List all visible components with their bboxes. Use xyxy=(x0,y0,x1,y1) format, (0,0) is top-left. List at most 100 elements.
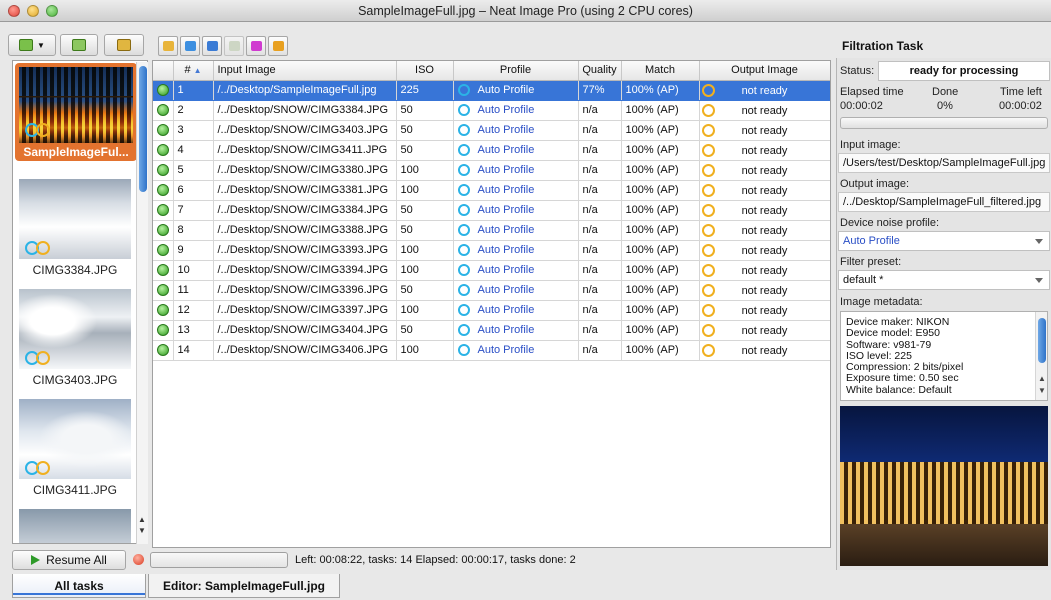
thumbnail-item[interactable]: CIMG3384.JPG xyxy=(19,179,131,277)
input-image-cell[interactable]: /../Desktop/SNOW/CIMG3403.JPG xyxy=(213,120,397,141)
table-row[interactable]: 5/../Desktop/SNOW/CIMG3380.JPG 100 Auto Pr… xyxy=(153,160,830,181)
filter-preset-select[interactable]: default * xyxy=(838,270,1050,290)
output-image-cell[interactable]: not ready xyxy=(699,240,830,261)
scroll-arrows[interactable]: ▲ ▼ xyxy=(136,514,148,536)
table-row[interactable]: 6/../Desktop/SNOW/CIMG3381.JPG 100 Auto Pr… xyxy=(153,180,830,201)
metadata-scrollbar[interactable]: ▲ ▼ xyxy=(1035,312,1047,400)
profile-column-header[interactable]: Profile xyxy=(453,61,579,81)
done-label: Done xyxy=(932,86,959,98)
number-column-header[interactable]: # ▲ xyxy=(173,61,214,81)
edit-profile-button[interactable] xyxy=(158,36,178,56)
scroll-up-icon[interactable]: ▲ xyxy=(136,514,148,525)
input-image-cell[interactable]: /../Desktop/SNOW/CIMG3380.JPG xyxy=(213,160,397,181)
thumbnail-item[interactable] xyxy=(19,509,131,543)
input-image-cell[interactable]: /../Desktop/SampleImageFull.jpg xyxy=(213,80,397,101)
thumbnail-item[interactable]: CIMG3411.JPG xyxy=(19,399,131,497)
profile-cell[interactable]: Auto Profile xyxy=(453,80,579,101)
output-image-cell[interactable]: not ready xyxy=(699,260,830,281)
profile-cell[interactable]: Auto Profile xyxy=(453,240,579,261)
output-image-cell[interactable]: not ready xyxy=(699,340,830,361)
input-image-cell[interactable]: /../Desktop/SNOW/CIMG3388.JPG xyxy=(213,220,397,241)
ready-status-icon xyxy=(156,244,169,257)
profile-cell[interactable]: Auto Profile xyxy=(453,140,579,161)
table-row[interactable]: 13/../Desktop/SNOW/CIMG3404.JPG 50 Auto Pr… xyxy=(153,320,830,341)
save-button[interactable] xyxy=(268,36,288,56)
table-row[interactable]: 4/../Desktop/SNOW/CIMG3411.JPG 50 Auto Pro… xyxy=(153,140,830,161)
output-image-cell[interactable]: not ready xyxy=(699,120,830,141)
table-row[interactable]: 9/../Desktop/SNOW/CIMG3393.JPG 100 Auto Pr… xyxy=(153,240,830,261)
edit-batch-button[interactable] xyxy=(104,34,144,56)
tab-all-tasks[interactable]: All tasks xyxy=(12,574,146,598)
resume-all-button[interactable]: Resume All xyxy=(12,550,126,570)
output-image-column-header[interactable]: Output Image xyxy=(699,61,830,81)
thumbnail-scrollbar[interactable] xyxy=(136,62,148,544)
input-image-cell[interactable]: /../Desktop/SNOW/CIMG3396.JPG xyxy=(213,280,397,301)
table-row[interactable]: 3/../Desktop/SNOW/CIMG3403.JPG 50 Auto Pro… xyxy=(153,120,830,141)
table-row[interactable]: 1/../Desktop/SampleImageFull.jpg 225 Auto … xyxy=(153,80,830,101)
profile-cell[interactable]: Auto Profile xyxy=(453,200,579,221)
ready-status-icon xyxy=(156,224,169,237)
scroll-down-icon[interactable]: ▼ xyxy=(136,525,148,536)
tab-editor[interactable]: Editor: SampleImageFull.jpg xyxy=(148,574,340,598)
output-image-cell[interactable]: not ready xyxy=(699,320,830,341)
output-image-cell[interactable]: not ready xyxy=(699,300,830,321)
edit-button[interactable] xyxy=(60,34,98,56)
add-images-button[interactable]: ▼ xyxy=(8,34,56,56)
input-image-cell[interactable]: /../Desktop/SNOW/CIMG3394.JPG xyxy=(213,260,397,281)
table-row[interactable]: 8/../Desktop/SNOW/CIMG3388.JPG 50 Auto Pro… xyxy=(153,220,830,241)
input-image-cell[interactable]: /../Desktop/SNOW/CIMG3384.JPG xyxy=(213,100,397,121)
iso-column-header[interactable]: ISO xyxy=(396,61,454,81)
profile-cell[interactable]: Auto Profile xyxy=(453,260,579,281)
input-image-cell[interactable]: /../Desktop/SNOW/CIMG3384.JPG xyxy=(213,200,397,221)
table-row[interactable]: 11/../Desktop/SNOW/CIMG3396.JPG 50 Auto Pr… xyxy=(153,280,830,301)
device-noise-profile-select[interactable]: Auto Profile xyxy=(838,231,1050,251)
filter-preset-button[interactable] xyxy=(246,36,266,56)
scrollbar-thumb[interactable] xyxy=(139,66,147,192)
scroll-down-icon[interactable]: ▼ xyxy=(1036,386,1047,395)
profile-cell[interactable]: Auto Profile xyxy=(453,280,579,301)
thumbnail-item[interactable]: SampleImageFul... xyxy=(15,63,137,161)
input-image-cell[interactable]: /../Desktop/SNOW/CIMG3397.JPG xyxy=(213,300,397,321)
open-profile-button[interactable] xyxy=(202,36,222,56)
output-image-cell[interactable]: not ready xyxy=(699,180,830,201)
image-metadata-box[interactable]: Device maker: NIKON Device model: E950 S… xyxy=(840,311,1048,401)
profile-cell[interactable]: Auto Profile xyxy=(453,300,579,321)
output-image-cell[interactable]: not ready xyxy=(699,140,830,161)
output-image-cell[interactable]: not ready xyxy=(699,80,830,101)
profile-cell[interactable]: Auto Profile xyxy=(453,320,579,341)
output-image-cell[interactable]: not ready xyxy=(699,220,830,241)
output-image-cell[interactable]: not ready xyxy=(699,280,830,301)
input-image-cell[interactable]: /../Desktop/SNOW/CIMG3381.JPG xyxy=(213,180,397,201)
profile-cell[interactable]: Auto Profile xyxy=(453,340,579,361)
stop-indicator-icon[interactable] xyxy=(133,554,144,565)
table-row[interactable]: 12/../Desktop/SNOW/CIMG3397.JPG 100 Auto P… xyxy=(153,300,830,321)
match-column-header[interactable]: Match xyxy=(621,61,700,81)
output-image-cell[interactable]: not ready xyxy=(699,200,830,221)
quality-column-header[interactable]: Quality xyxy=(578,61,622,81)
table-row[interactable]: 14/../Desktop/SNOW/CIMG3406.JPG 100 Auto P… xyxy=(153,340,830,361)
input-image-cell[interactable]: /../Desktop/SNOW/CIMG3404.JPG xyxy=(213,320,397,341)
thumbnail-item[interactable]: CIMG3403.JPG xyxy=(19,289,131,387)
table-row[interactable]: 2/../Desktop/SNOW/CIMG3384.JPG 50 Auto Pro… xyxy=(153,100,830,121)
profile-cell[interactable]: Auto Profile xyxy=(453,120,579,141)
input-image-cell[interactable]: /../Desktop/SNOW/CIMG3411.JPG xyxy=(213,140,397,161)
profile-cell[interactable]: Auto Profile xyxy=(453,160,579,181)
profile-label: Auto Profile xyxy=(477,264,535,277)
profile-cell[interactable]: Auto Profile xyxy=(453,220,579,241)
scrollbar-thumb[interactable] xyxy=(1038,318,1046,363)
profile-cell[interactable]: Auto Profile xyxy=(453,180,579,201)
profile-cell[interactable]: Auto Profile xyxy=(453,100,579,121)
device-noise-profile-label: Device noise profile: xyxy=(840,217,940,229)
open-folder-button[interactable] xyxy=(180,36,200,56)
profile-label: Auto Profile xyxy=(477,164,535,177)
status-column-header[interactable] xyxy=(153,61,174,81)
input-image-cell[interactable]: /../Desktop/SNOW/CIMG3393.JPG xyxy=(213,240,397,261)
table-row[interactable]: 7/../Desktop/SNOW/CIMG3384.JPG 50 Auto Pro… xyxy=(153,200,830,221)
scroll-up-icon[interactable]: ▲ xyxy=(1036,374,1047,383)
table-row[interactable]: 10/../Desktop/SNOW/CIMG3394.JPG 100 Auto P… xyxy=(153,260,830,281)
view-button[interactable] xyxy=(224,36,244,56)
output-image-cell[interactable]: not ready xyxy=(699,100,830,121)
output-image-cell[interactable]: not ready xyxy=(699,160,830,181)
input-image-cell[interactable]: /../Desktop/SNOW/CIMG3406.JPG xyxy=(213,340,397,361)
input-image-column-header[interactable]: Input Image xyxy=(213,61,397,81)
